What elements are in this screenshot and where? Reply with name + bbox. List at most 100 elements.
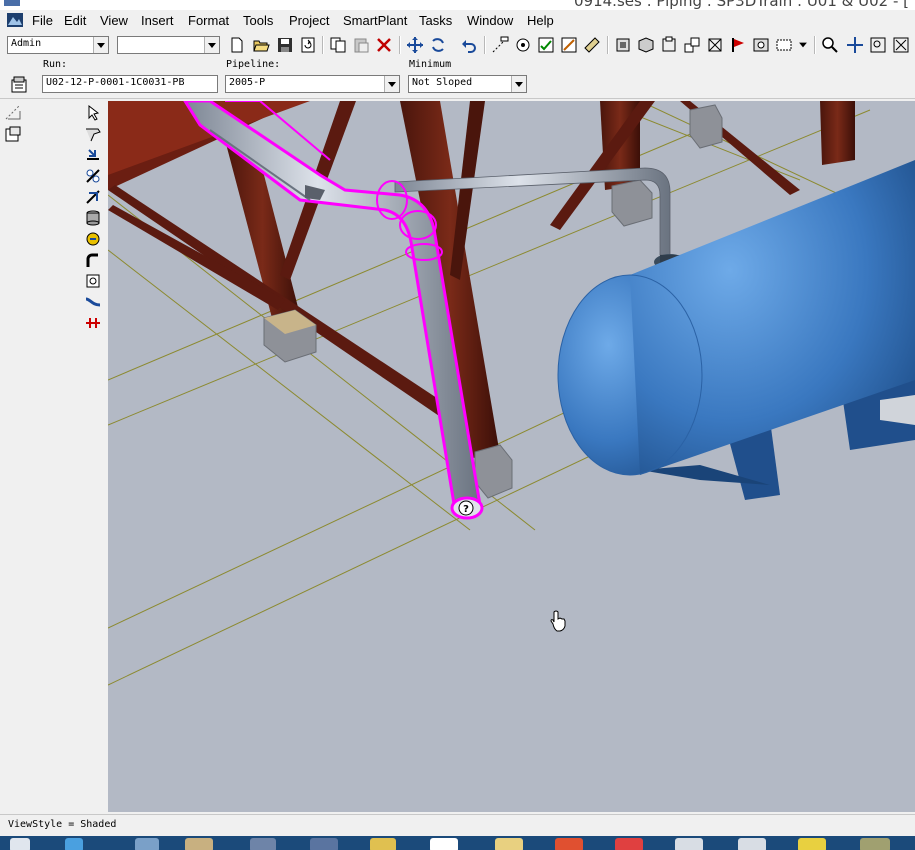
permission-group-value: Admin xyxy=(11,38,42,49)
delete-icon[interactable] xyxy=(374,35,394,55)
filter-combo[interactable] xyxy=(117,36,220,54)
toolbar-separator xyxy=(814,36,816,54)
flag-icon[interactable] xyxy=(728,35,748,55)
permission-group-combo[interactable]: Admin xyxy=(7,36,109,54)
vertical-toolbar xyxy=(82,99,106,814)
task-icon[interactable] xyxy=(675,838,703,850)
open-icon[interactable] xyxy=(251,35,271,55)
insert-flange-icon[interactable] xyxy=(83,313,103,332)
menu-format[interactable]: Format xyxy=(188,13,229,28)
view-icon[interactable] xyxy=(636,35,656,55)
task-icon[interactable] xyxy=(250,838,276,850)
zoom-icon[interactable] xyxy=(820,35,840,55)
svg-text:?: ? xyxy=(463,504,469,515)
chevron-down-icon[interactable] xyxy=(93,37,108,53)
options-icon[interactable] xyxy=(774,35,794,55)
document-icon[interactable] xyxy=(6,12,24,28)
undo-icon[interactable] xyxy=(459,35,479,55)
place-spec-icon[interactable] xyxy=(83,229,103,248)
rotate-icon[interactable] xyxy=(428,35,448,55)
model-scene: ? xyxy=(108,101,915,686)
toolbar-separator xyxy=(484,36,486,54)
taskbar xyxy=(0,836,915,850)
menu-file[interactable]: File xyxy=(32,13,53,28)
paste-icon[interactable] xyxy=(351,35,371,55)
menu-help[interactable]: Help xyxy=(527,13,554,28)
menu-project[interactable]: Project xyxy=(289,13,329,28)
chevron-down-icon[interactable] xyxy=(384,76,399,92)
task-icon[interactable] xyxy=(860,838,890,850)
move-icon[interactable] xyxy=(405,35,425,55)
chevron-down-icon[interactable] xyxy=(511,76,526,92)
task-icon[interactable] xyxy=(135,838,159,850)
zoom-area-icon[interactable] xyxy=(868,35,888,55)
run-value: U02-12-P-0001-1C0031-PB xyxy=(46,77,185,88)
task-icon[interactable] xyxy=(555,838,583,850)
task-icon[interactable] xyxy=(738,838,766,850)
minimum-slope-label: Minimum xyxy=(409,59,452,70)
pipeline-value: 2005-P xyxy=(229,77,266,88)
task-icon[interactable] xyxy=(370,838,396,850)
run-field[interactable]: U02-12-P-0001-1C0031-PB xyxy=(42,75,218,93)
status-text: ViewStyle = Shaded xyxy=(8,819,117,830)
pipeline-label: Pipeline: xyxy=(226,59,281,70)
new-icon[interactable] xyxy=(227,35,247,55)
chevron-down-icon[interactable] xyxy=(796,35,810,55)
connect-icon[interactable] xyxy=(83,166,103,185)
explorer-icon[interactable] xyxy=(65,838,83,850)
menu-edit[interactable]: Edit xyxy=(64,13,86,28)
title-bar: 0914.ses : Piping : SP3DTrain : U01 & U0… xyxy=(0,0,915,10)
menu-insert[interactable]: Insert xyxy=(141,13,174,28)
start-icon[interactable] xyxy=(10,838,30,850)
properties-icon[interactable] xyxy=(9,75,29,95)
check-icon[interactable] xyxy=(536,35,556,55)
fit-icon[interactable] xyxy=(705,35,725,55)
insert-split-icon[interactable] xyxy=(83,187,103,206)
refresh-icon[interactable] xyxy=(298,35,318,55)
toolbar-separator xyxy=(399,36,401,54)
minimum-slope-combo[interactable]: Not Sloped xyxy=(408,75,527,93)
hierarchy-icon[interactable] xyxy=(4,103,22,121)
menu-bar: File Edit View Insert Format Tools Proje… xyxy=(0,10,915,32)
clip-icon[interactable] xyxy=(659,35,679,55)
insert-support-icon[interactable] xyxy=(83,271,103,290)
zoom-fit-icon[interactable] xyxy=(891,35,911,55)
snapshot-icon[interactable] xyxy=(751,35,771,55)
graphic-view[interactable]: ? xyxy=(108,101,915,812)
task-icon[interactable] xyxy=(495,838,523,850)
hand-cursor-icon xyxy=(550,610,566,632)
chevron-down-icon[interactable] xyxy=(204,37,219,53)
task-icon[interactable] xyxy=(615,838,643,850)
task-icon[interactable] xyxy=(310,838,338,850)
layer-icon[interactable] xyxy=(682,35,702,55)
toolbar-separator xyxy=(322,36,324,54)
save-icon[interactable] xyxy=(275,35,295,55)
route-pipe-icon[interactable] xyxy=(83,124,103,143)
ruler-icon[interactable] xyxy=(582,35,602,55)
menu-tools[interactable]: Tools xyxy=(243,13,273,28)
menu-smartplant[interactable]: SmartPlant xyxy=(343,13,407,28)
copy-icon[interactable] xyxy=(328,35,348,55)
route-slope-icon[interactable] xyxy=(83,292,103,311)
task-icon[interactable] xyxy=(185,838,213,850)
menu-view[interactable]: View xyxy=(100,13,128,28)
window-title: 0914.ses : Piping : SP3DTrain : U01 & U0… xyxy=(574,0,909,10)
status-bar: ViewStyle = Shaded xyxy=(0,814,915,837)
select-tool-icon[interactable] xyxy=(83,103,103,122)
insert-component-icon[interactable] xyxy=(83,145,103,164)
pipeline-combo[interactable]: 2005-P xyxy=(225,75,400,93)
select-set-icon[interactable] xyxy=(613,35,633,55)
properties-icon[interactable] xyxy=(4,125,22,143)
task-icon[interactable] xyxy=(430,838,458,850)
pan-icon[interactable] xyxy=(845,35,865,55)
task-icon[interactable] xyxy=(798,838,826,850)
measure-icon[interactable] xyxy=(490,35,510,55)
run-label: Run: xyxy=(43,59,68,70)
route-bend-icon[interactable] xyxy=(83,250,103,269)
insert-tap-icon[interactable] xyxy=(83,208,103,227)
menu-tasks[interactable]: Tasks xyxy=(419,13,452,28)
inspect-icon[interactable] xyxy=(513,35,533,55)
sketch-icon[interactable] xyxy=(559,35,579,55)
app-icon xyxy=(4,0,20,6)
menu-window[interactable]: Window xyxy=(467,13,513,28)
